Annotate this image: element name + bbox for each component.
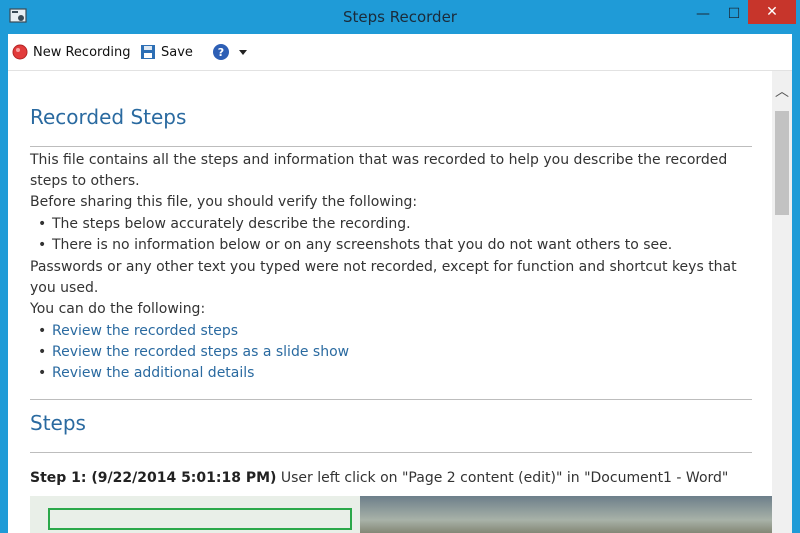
steps-recorder-window: Steps Recorder — ☐ ✕ New Recording Save … bbox=[0, 0, 800, 533]
intro-text: This file contains all the steps and inf… bbox=[30, 152, 728, 189]
window-title: Steps Recorder bbox=[343, 8, 457, 26]
you-can-text: You can do the following: bbox=[30, 301, 206, 317]
verify-bullet: The steps below accurately describe the … bbox=[38, 214, 411, 235]
save-label: Save bbox=[161, 44, 193, 60]
close-button[interactable]: ✕ bbox=[748, 0, 796, 24]
section-divider bbox=[30, 452, 752, 453]
before-sharing-text: Before sharing this file, you should ver… bbox=[30, 194, 418, 210]
help-icon: ? bbox=[213, 44, 229, 60]
scrollbar-thumb[interactable] bbox=[775, 111, 789, 215]
step-1-screenshot bbox=[30, 496, 772, 533]
vertical-scrollbar[interactable]: ︿ bbox=[772, 71, 792, 533]
window-border bbox=[792, 34, 800, 533]
section-divider bbox=[30, 399, 752, 400]
review-additional-details-link[interactable]: Review the additional details bbox=[52, 365, 254, 381]
section-divider bbox=[30, 146, 752, 147]
chevron-down-icon bbox=[239, 50, 247, 55]
new-recording-button[interactable]: New Recording bbox=[12, 42, 131, 62]
new-recording-label: New Recording bbox=[33, 44, 131, 60]
save-button[interactable]: Save bbox=[140, 42, 193, 62]
minimize-button[interactable]: — bbox=[686, 0, 720, 28]
recorded-steps-heading: Recorded Steps bbox=[30, 105, 187, 129]
passwords-text: Passwords or any other text you typed we… bbox=[30, 259, 737, 296]
verify-bullet: There is no information below or on any … bbox=[38, 235, 672, 256]
svg-text:?: ? bbox=[218, 46, 224, 59]
scroll-up-chevron-icon[interactable]: ︿ bbox=[772, 83, 792, 101]
click-highlight-box bbox=[48, 508, 352, 530]
record-icon bbox=[12, 44, 28, 60]
floppy-disk-icon bbox=[141, 45, 155, 59]
help-dropdown-button[interactable]: ? bbox=[212, 42, 248, 62]
step-1-text: User left click on "Page 2 content (edit… bbox=[276, 470, 729, 486]
desktop-background-thumbnail bbox=[360, 496, 772, 533]
step-1-label: Step 1: (9/22/2014 5:01:18 PM) bbox=[30, 470, 277, 486]
toolbar: New Recording Save ? bbox=[8, 34, 792, 71]
additional-details-item: Review the additional details bbox=[38, 363, 254, 384]
review-slide-show-link[interactable]: Review the recorded steps as a slide sho… bbox=[52, 344, 349, 360]
title-bar: Steps Recorder — ☐ ✕ bbox=[0, 0, 800, 34]
word-window-thumbnail bbox=[30, 496, 362, 533]
review-steps-link[interactable]: Review the recorded steps bbox=[52, 323, 238, 339]
step-1-description: Step 1: (9/22/2014 5:01:18 PM) User left… bbox=[30, 470, 728, 486]
recorded-steps-document: Recorded Steps This file contains all th… bbox=[8, 71, 772, 533]
steps-heading: Steps bbox=[30, 411, 86, 435]
maximize-button[interactable]: ☐ bbox=[720, 0, 748, 28]
review-steps-item: Review the recorded steps bbox=[38, 321, 238, 342]
slide-show-item: Review the recorded steps as a slide sho… bbox=[38, 342, 349, 363]
